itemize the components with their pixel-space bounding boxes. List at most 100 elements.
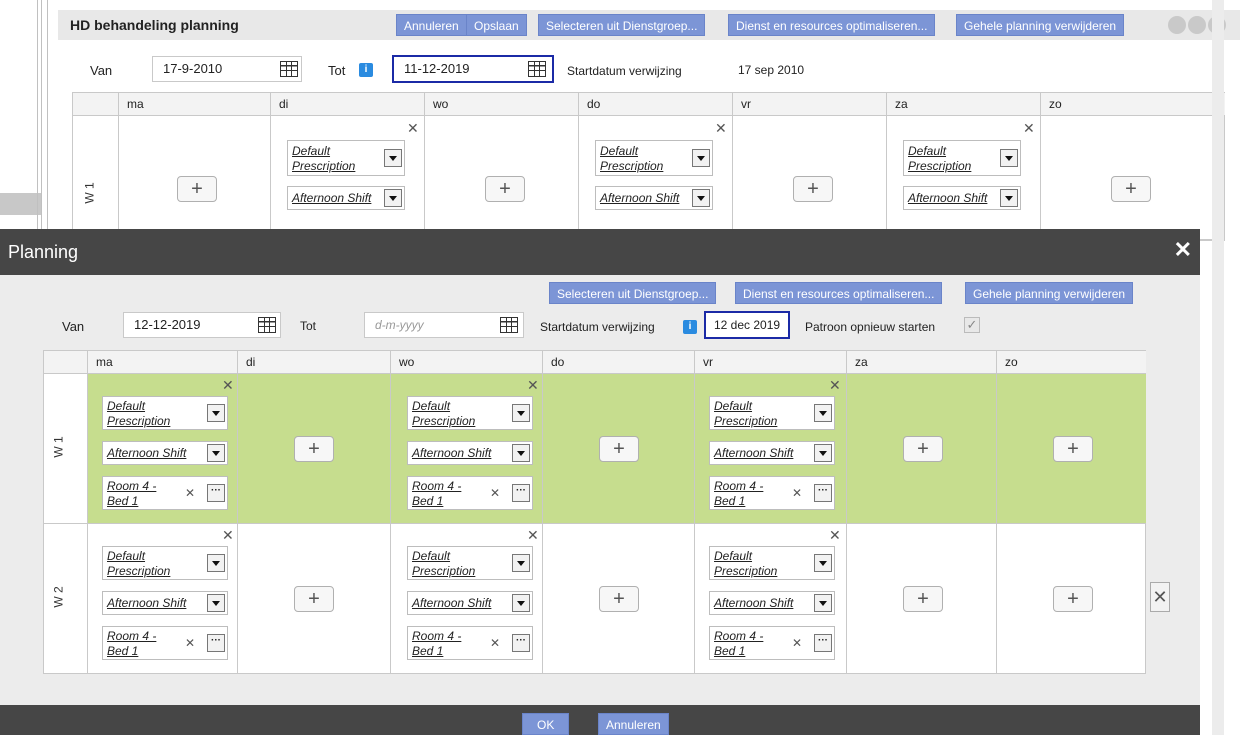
- prescription-select[interactable]: Default Prescription: [903, 140, 1021, 176]
- close-icon[interactable]: ✕: [715, 120, 727, 137]
- calendar-icon[interactable]: [500, 317, 518, 333]
- close-icon[interactable]: ✕: [222, 377, 234, 394]
- optimize-resources-button[interactable]: Dienst en resources optimaliseren...: [735, 282, 943, 304]
- more-icon[interactable]: ···: [512, 484, 530, 502]
- add-icon[interactable]: +: [177, 176, 217, 202]
- more-icon[interactable]: ···: [207, 634, 225, 652]
- chevron-down-icon[interactable]: [512, 594, 530, 612]
- clear-icon[interactable]: ✕: [185, 486, 195, 500]
- prescription-select[interactable]: Default Prescription: [102, 396, 228, 430]
- add-icon[interactable]: +: [903, 586, 943, 612]
- add-icon[interactable]: +: [1111, 176, 1151, 202]
- room-select[interactable]: Room 4 - Bed 1 ✕ ···: [709, 626, 835, 660]
- room-select[interactable]: Room 4 - Bed 1 ✕ ···: [709, 476, 835, 510]
- shift-select[interactable]: Afternoon Shift: [287, 186, 405, 210]
- chevron-down-icon[interactable]: [207, 444, 225, 462]
- more-icon[interactable]: ···: [512, 634, 530, 652]
- close-icon[interactable]: ✕: [222, 527, 234, 544]
- prescription-select[interactable]: Default Prescription: [407, 396, 533, 430]
- scrollbar[interactable]: [1212, 0, 1224, 735]
- clear-icon[interactable]: ✕: [792, 636, 802, 650]
- room-select[interactable]: Room 4 - Bed 1 ✕ ···: [407, 476, 533, 510]
- add-icon[interactable]: +: [903, 436, 943, 462]
- more-icon[interactable]: ···: [814, 634, 832, 652]
- add-icon[interactable]: +: [793, 176, 833, 202]
- shift-select[interactable]: Afternoon Shift: [102, 591, 228, 615]
- prescription-select[interactable]: Default Prescription: [287, 140, 405, 176]
- close-icon[interactable]: ✕: [829, 527, 841, 544]
- close-icon[interactable]: ✕: [407, 120, 419, 137]
- chevron-down-icon[interactable]: [207, 404, 225, 422]
- clear-icon[interactable]: ✕: [490, 636, 500, 650]
- clear-icon[interactable]: ✕: [490, 486, 500, 500]
- chevron-down-icon[interactable]: [512, 554, 530, 572]
- more-icon[interactable]: ···: [814, 484, 832, 502]
- shift-select[interactable]: Afternoon Shift: [102, 441, 228, 465]
- shift-select[interactable]: Afternoon Shift: [407, 591, 533, 615]
- calendar-icon[interactable]: [280, 61, 298, 77]
- add-icon[interactable]: +: [599, 586, 639, 612]
- day-header: di: [238, 351, 391, 374]
- next-icon[interactable]: [1188, 16, 1206, 34]
- shift-select[interactable]: Afternoon Shift: [903, 186, 1021, 210]
- add-icon[interactable]: +: [599, 436, 639, 462]
- add-icon[interactable]: +: [1053, 586, 1093, 612]
- prescription-select[interactable]: Default Prescription: [709, 396, 835, 430]
- opslaan-button[interactable]: Opslaan: [466, 14, 527, 36]
- room-select[interactable]: Room 4 - Bed 1 ✕ ···: [407, 626, 533, 660]
- annuleren-button[interactable]: Annuleren: [396, 14, 467, 36]
- room-line1: Room 4 -: [107, 479, 157, 493]
- close-icon[interactable]: ✕: [1174, 237, 1192, 263]
- chevron-down-icon[interactable]: [814, 594, 832, 612]
- annuleren-button[interactable]: Annuleren: [598, 713, 669, 735]
- chevron-down-icon[interactable]: [512, 404, 530, 422]
- room-select[interactable]: Room 4 - Bed 1 ✕ ···: [102, 626, 228, 660]
- clear-icon[interactable]: ✕: [792, 486, 802, 500]
- prev-icon[interactable]: [1168, 16, 1186, 34]
- prescription-select[interactable]: Default Prescription: [595, 140, 713, 176]
- delete-planning-button[interactable]: Gehele planning verwijderen: [956, 14, 1125, 36]
- chevron-down-icon[interactable]: [814, 404, 832, 422]
- startdatum-value[interactable]: 12 dec 2019: [704, 311, 791, 339]
- patroon-checkbox[interactable]: ✓: [964, 317, 980, 333]
- info-icon[interactable]: i: [683, 320, 697, 334]
- shift-select[interactable]: Afternoon Shift: [595, 186, 713, 210]
- chevron-down-icon[interactable]: [692, 189, 710, 207]
- chevron-down-icon[interactable]: [814, 444, 832, 462]
- select-dienstgroep-button[interactable]: Selecteren uit Dienstgroep...: [538, 14, 706, 36]
- optimize-resources-button[interactable]: Dienst en resources optimaliseren...: [728, 14, 936, 36]
- add-icon[interactable]: +: [1053, 436, 1093, 462]
- chevron-down-icon[interactable]: [1000, 149, 1018, 167]
- chevron-down-icon[interactable]: [207, 554, 225, 572]
- prescription-select[interactable]: Default Prescription: [709, 546, 835, 580]
- chevron-down-icon[interactable]: [207, 594, 225, 612]
- select-dienstgroep-button[interactable]: Selecteren uit Dienstgroep...: [549, 282, 717, 304]
- add-icon[interactable]: +: [485, 176, 525, 202]
- close-icon[interactable]: ✕: [1023, 120, 1035, 137]
- room-select[interactable]: Room 4 - Bed 1 ✕ ···: [102, 476, 228, 510]
- chevron-down-icon[interactable]: [1000, 189, 1018, 207]
- prescription-select[interactable]: Default Prescription: [102, 546, 228, 580]
- chevron-down-icon[interactable]: [512, 444, 530, 462]
- chevron-down-icon[interactable]: [692, 149, 710, 167]
- info-icon[interactable]: i: [359, 63, 373, 77]
- clear-icon[interactable]: ✕: [185, 636, 195, 650]
- close-icon[interactable]: ✕: [829, 377, 841, 394]
- remove-week-icon[interactable]: ✕: [1150, 582, 1170, 612]
- prescription-select[interactable]: Default Prescription: [407, 546, 533, 580]
- chevron-down-icon[interactable]: [384, 149, 402, 167]
- ok-button[interactable]: OK: [522, 713, 570, 735]
- more-icon[interactable]: ···: [207, 484, 225, 502]
- calendar-icon[interactable]: [258, 317, 276, 333]
- add-icon[interactable]: +: [294, 436, 334, 462]
- shift-select[interactable]: Afternoon Shift: [709, 441, 835, 465]
- chevron-down-icon[interactable]: [384, 189, 402, 207]
- delete-planning-button[interactable]: Gehele planning verwijderen: [965, 282, 1134, 304]
- shift-select[interactable]: Afternoon Shift: [407, 441, 533, 465]
- add-icon[interactable]: +: [294, 586, 334, 612]
- calendar-icon[interactable]: [528, 61, 546, 77]
- chevron-down-icon[interactable]: [814, 554, 832, 572]
- close-icon[interactable]: ✕: [527, 527, 539, 544]
- shift-select[interactable]: Afternoon Shift: [709, 591, 835, 615]
- close-icon[interactable]: ✕: [527, 377, 539, 394]
